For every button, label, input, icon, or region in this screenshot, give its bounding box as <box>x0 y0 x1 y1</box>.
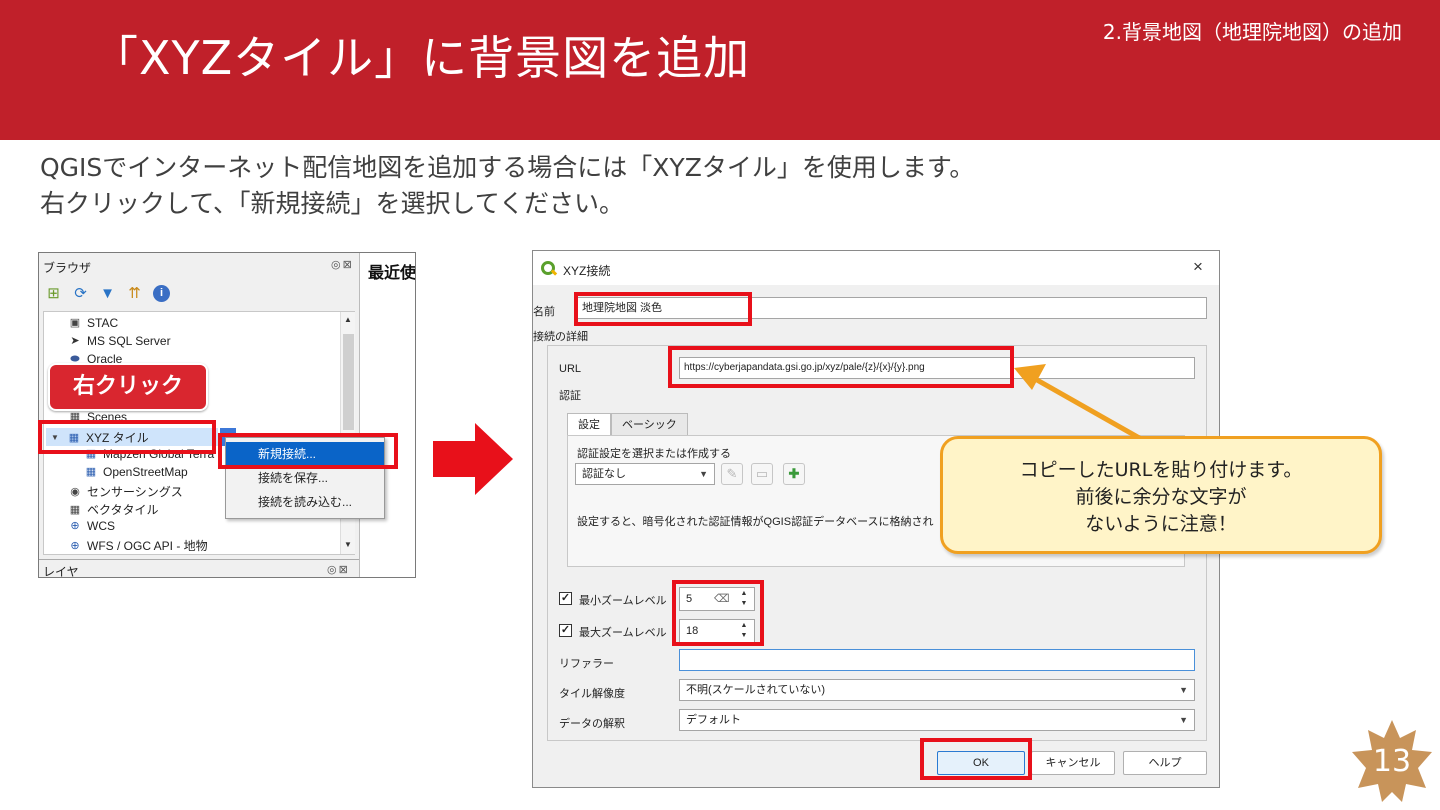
name-label: 名前 <box>533 306 555 318</box>
browser-toolbar: ⊞ ⟳ ▼ ⇈ i <box>45 285 170 302</box>
slide-title: 「XYZタイル」に背景図を追加 <box>92 31 751 85</box>
wcs-icon: ⊕ <box>70 520 80 532</box>
filter-icon[interactable]: ▼ <box>99 285 116 302</box>
recent-projects-pane: 最近使 <box>359 253 416 577</box>
callout-line-2: 前後に余分な文字が <box>1075 486 1247 508</box>
tile-grid-icon: ▦ <box>85 466 97 478</box>
browser-panel-screenshot: ブラウザ ◎⊠ 最近使 ⊞ ⟳ ▼ ⇈ i ▣ STAC ➤ MS SQL Serv… <box>38 252 416 578</box>
tree-item-vector-tiles[interactable]: ▦ ベクタタイル <box>68 501 159 518</box>
auth-note: 設定すると、暗号化された認証情報がQGIS認証データベースに格納され <box>577 516 934 528</box>
add-auth-button[interactable]: ✚ <box>783 463 805 485</box>
min-zoom-checkbox[interactable]: ✓ <box>559 592 572 605</box>
close-icon[interactable]: × <box>1193 257 1203 277</box>
ok-highlight-box <box>920 738 1032 780</box>
data-interpretation-label: データの解釈 <box>559 718 625 730</box>
auth-tabs: 設定 ベーシック <box>567 413 688 435</box>
page-number-badge: 13 <box>1350 718 1434 804</box>
minus-icon: ▭ <box>755 466 769 481</box>
intro-text: QGISでインターネット配信地図を追加する場合には「XYZタイル」を使用します。… <box>40 150 974 222</box>
tile-resolution-label: タイル解像度 <box>559 688 625 700</box>
help-button[interactable]: ヘルプ <box>1123 751 1207 775</box>
sensor-icon: ◉ <box>70 485 80 498</box>
qgis-logo-icon <box>541 261 555 275</box>
collapse-icon[interactable]: ⇈ <box>126 285 143 302</box>
slide-header: 「XYZタイル」に背景図を追加 2.背景地図（地理院地図）の追加 <box>0 0 1440 140</box>
pencil-icon: ✎ <box>726 466 738 481</box>
add-layer-icon[interactable]: ⊞ <box>45 285 62 302</box>
scroll-up-icon[interactable]: ▲ <box>344 315 352 324</box>
dialog-title: XYZ接続 <box>563 264 611 278</box>
auth-config-select[interactable]: 認証なし ▼ <box>575 463 715 485</box>
menu-item-load-connections[interactable]: 接続を読み込む... <box>226 490 384 514</box>
zoom-highlight-box <box>672 580 764 646</box>
new-connection-highlight-box <box>218 433 398 469</box>
intro-line-1: QGISでインターネット配信地図を追加する場合には「XYZタイル」を使用します。 <box>40 153 975 182</box>
tree-item-wfs[interactable]: ⊕ WFS / OGC API - 地物 <box>68 537 207 554</box>
remove-auth-button[interactable]: ▭ <box>751 463 773 485</box>
tile-resolution-select[interactable]: 不明(スケールされていない) ▼ <box>679 679 1195 701</box>
referer-input[interactable] <box>679 649 1195 671</box>
cancel-button[interactable]: キャンセル <box>1031 751 1115 775</box>
xyz-highlight-box <box>38 420 216 454</box>
name-highlight-box <box>574 292 752 326</box>
browser-panel-title: ブラウザ <box>43 261 92 275</box>
tree-item-openstreetmap[interactable]: ▦ OpenStreetMap <box>84 465 188 479</box>
chevron-down-icon: ▼ <box>1179 685 1188 695</box>
stac-icon: ▣ <box>69 317 81 329</box>
data-interpretation-select[interactable]: デフォルト ▼ <box>679 709 1195 731</box>
wfs-icon: ⊕ <box>70 539 80 552</box>
callout-line-3: ないように注意！ <box>1085 513 1237 535</box>
chevron-down-icon: ▼ <box>1179 715 1188 725</box>
tree-item-sensorthings[interactable]: ◉ センサーシングス <box>68 483 183 500</box>
mssql-icon: ➤ <box>70 335 80 347</box>
layers-panel-controls[interactable]: ◎⊠ <box>327 563 350 576</box>
page-number: 13 <box>1372 744 1412 779</box>
chevron-down-icon: ▼ <box>699 469 708 479</box>
tree-item-mssql[interactable]: ➤ MS SQL Server <box>68 334 170 348</box>
url-paste-callout: コピーしたURLを貼り付けます。 前後に余分な文字が ないように注意！ <box>940 436 1382 554</box>
min-zoom-label: 最小ズームレベル <box>579 595 667 607</box>
layers-panel-bar: レイヤ ◎⊠ <box>39 559 359 578</box>
scrollbar-thumb[interactable] <box>343 334 354 430</box>
auth-label: 認証 <box>559 390 581 402</box>
panel-float-close-icons[interactable]: ◎⊠ <box>331 258 354 271</box>
info-icon[interactable]: i <box>153 285 170 302</box>
section-label: 2.背景地図（地理院地図）の追加 <box>1102 20 1402 44</box>
tree-item-wcs[interactable]: ⊕ WCS <box>68 519 115 533</box>
intro-line-2: 右クリックして、「新規接続」を選択してください。 <box>40 189 625 218</box>
refresh-icon[interactable]: ⟳ <box>72 285 89 302</box>
max-zoom-checkbox[interactable]: ✓ <box>559 624 572 637</box>
max-zoom-label: 最大ズームレベル <box>579 627 667 639</box>
edit-auth-button[interactable]: ✎ <box>721 463 743 485</box>
right-click-label: 右クリック <box>48 363 208 411</box>
dialog-titlebar: XYZ接続 × <box>533 251 1219 285</box>
callout-line-1: コピーしたURLを貼り付けます。 <box>1019 459 1303 481</box>
connection-details-label: 接続の詳細 <box>533 331 588 343</box>
url-label: URL <box>559 363 582 375</box>
auth-select-label: 認証設定を選択または作成する <box>577 448 731 460</box>
layers-panel-title: レイヤ <box>43 565 79 578</box>
menu-item-save-connections[interactable]: 接続を保存... <box>226 466 384 490</box>
referer-label: リファラー <box>559 658 614 670</box>
tree-item-stac[interactable]: ▣ STAC <box>68 316 118 330</box>
plus-icon: ✚ <box>788 466 800 481</box>
tab-basic[interactable]: ベーシック <box>611 413 688 435</box>
scroll-down-icon[interactable]: ▼ <box>344 540 352 549</box>
right-arrow-icon <box>433 423 513 495</box>
tab-settings[interactable]: 設定 <box>567 413 611 435</box>
url-highlight-box <box>668 346 1014 388</box>
vector-tile-icon: ▦ <box>69 503 81 516</box>
recent-label: 最近使 <box>368 263 416 282</box>
